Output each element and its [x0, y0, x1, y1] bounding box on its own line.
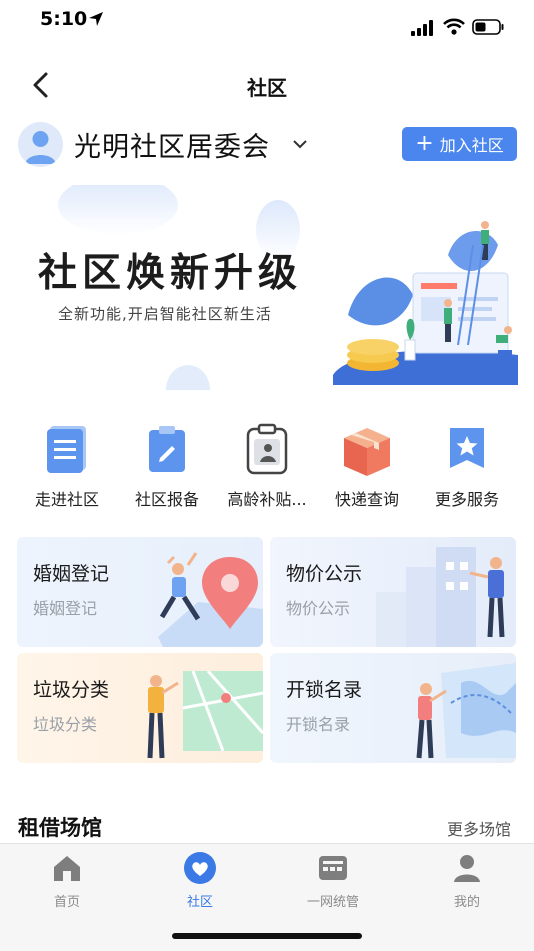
- quick-action-label: 社区报备: [134, 490, 199, 509]
- battery-icon: [472, 19, 504, 35]
- user-avatar-icon: [25, 131, 56, 164]
- service-card-locksmith[interactable]: 开锁名录 开锁名录: [270, 653, 516, 763]
- service-card-subtitle: 物价公示: [286, 599, 351, 618]
- tab-label: 社区: [186, 895, 213, 910]
- service-card-garbage-sorting[interactable]: 垃圾分类 垃圾分类: [17, 653, 263, 763]
- banner-subtitle: 全新功能,开启智能社区新生活: [58, 305, 272, 323]
- service-card-title: 物价公示: [286, 563, 363, 585]
- tab-label: 首页: [53, 895, 80, 910]
- star-bookmark-icon: [450, 428, 484, 468]
- location-arrow-icon: [89, 12, 103, 26]
- tab-mine[interactable]: 我的: [407, 851, 527, 910]
- community-name[interactable]: 光明社区居委会: [74, 125, 270, 164]
- user-icon: [454, 855, 480, 882]
- cellular-signal-icon: [411, 20, 433, 36]
- tab-home[interactable]: 首页: [7, 851, 127, 910]
- map-illustration: [147, 670, 263, 759]
- plus-icon: +: [415, 131, 434, 156]
- join-community-button[interactable]: + 加入社区: [402, 127, 517, 161]
- tab-unified-management[interactable]: 一网统管: [273, 851, 393, 910]
- clipboard-edit-icon: [149, 426, 185, 472]
- quick-action-label: 更多服务: [434, 490, 499, 509]
- quick-action-express-query[interactable]: 快递查询: [317, 420, 417, 510]
- more-venues-link[interactable]: 更多场馆: [447, 816, 511, 840]
- chevron-down-icon[interactable]: [292, 138, 308, 150]
- service-card-title: 开锁名录: [286, 679, 363, 701]
- marriage-illustration: [158, 552, 263, 647]
- locksmith-illustration: [416, 663, 516, 759]
- service-card-subtitle: 开锁名录: [286, 715, 351, 734]
- tab-label: 一网统管: [306, 895, 359, 910]
- document-icon: [47, 426, 86, 473]
- service-card-title: 垃圾分类: [33, 679, 110, 701]
- quick-action-report[interactable]: 社区报备: [117, 420, 217, 510]
- heart-icon: [184, 852, 216, 884]
- quick-action-label: 走进社区: [34, 490, 99, 509]
- id-badge-icon: [246, 423, 288, 475]
- service-card-subtitle: 婚姻登记: [33, 599, 98, 618]
- quick-action-senior-subsidy[interactable]: 高龄补贴...: [217, 420, 317, 510]
- avatar[interactable]: [18, 122, 63, 167]
- home-indicator: [172, 933, 362, 939]
- tab-community[interactable]: 社区: [140, 851, 260, 910]
- dashboard-icon: [319, 856, 347, 880]
- page-title: 社区: [247, 76, 287, 100]
- banner-title: 社区焕新升级: [38, 250, 303, 296]
- package-icon: [344, 428, 390, 476]
- join-community-label: 加入社区: [439, 136, 504, 155]
- service-card-title: 婚姻登记: [33, 563, 110, 585]
- quick-action-community-intro[interactable]: 走进社区: [17, 420, 117, 510]
- service-card-price-notice[interactable]: 物价公示 物价公示: [270, 537, 516, 647]
- quick-action-label: 快递查询: [334, 490, 399, 509]
- home-icon: [54, 856, 80, 881]
- quick-action-more-services[interactable]: 更多服务: [417, 420, 517, 510]
- service-card-subtitle: 垃圾分类: [33, 715, 98, 734]
- quick-action-label: 高龄补贴...: [227, 490, 307, 509]
- section-title-rental: 租借场馆: [18, 816, 102, 840]
- wifi-icon: [443, 18, 465, 35]
- tab-label: 我的: [453, 895, 480, 910]
- status-time: 5:10: [40, 8, 88, 30]
- service-card-marriage[interactable]: 婚姻登记 婚姻登记: [17, 537, 263, 647]
- price-illustration: [376, 547, 505, 647]
